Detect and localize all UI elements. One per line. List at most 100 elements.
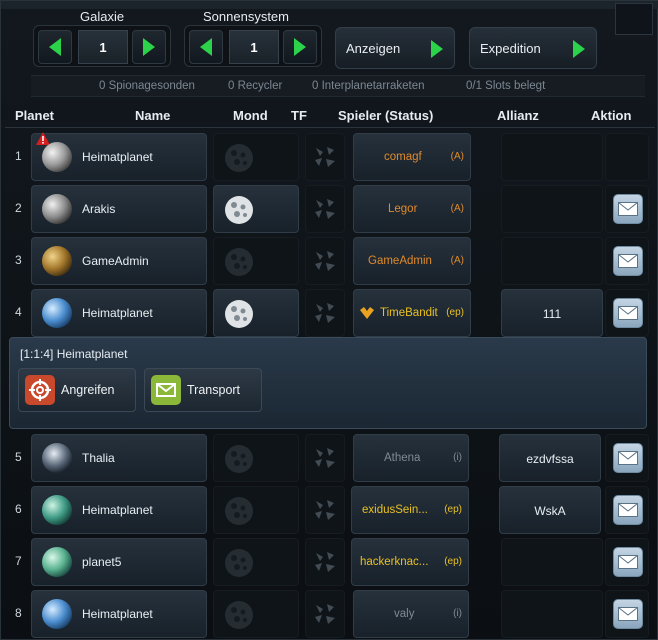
action-cell <box>605 538 649 586</box>
planet-name: planet5 <box>82 555 122 569</box>
arrow-right-icon <box>294 38 306 56</box>
debris-cell <box>305 590 345 638</box>
player-cell[interactable]: GameAdmin (A) <box>353 237 471 285</box>
action-cell <box>605 185 649 233</box>
recyclers-count: 0 Recycler <box>228 80 283 92</box>
action-cell <box>605 289 649 337</box>
player-cell[interactable]: hackerknac... (ep) <box>351 538 469 586</box>
player-cell[interactable]: exidusSein... (ep) <box>351 486 469 534</box>
send-message-button[interactable] <box>613 246 643 276</box>
alliance-cell <box>501 185 603 233</box>
player-status: (A) <box>450 203 464 214</box>
crosshair-icon <box>25 375 55 405</box>
debris-cell <box>305 237 345 285</box>
player-status: (ep) <box>446 307 464 318</box>
show-label: Anzeigen <box>346 40 401 56</box>
attack-button[interactable]: Angreifen <box>18 368 136 412</box>
envelope-icon <box>618 202 638 216</box>
player-status: (ep) <box>444 556 462 567</box>
action-cell <box>605 237 649 285</box>
planet-cell[interactable]: Arakis <box>31 185 207 233</box>
row-position: 5 <box>15 450 22 464</box>
galaxy-next-button[interactable] <box>132 30 166 64</box>
alliance-cell[interactable]: ezdvfssa <box>499 434 601 482</box>
alliance-cell[interactable]: 111 <box>501 289 603 337</box>
col-tf: TF <box>291 108 307 123</box>
transport-button[interactable]: Transport <box>144 368 262 412</box>
top-bar <box>1 1 658 9</box>
player-cell[interactable]: Athena (i) <box>353 434 469 482</box>
planet-name: Arakis <box>82 202 116 216</box>
alliance-name: WskA <box>534 504 566 518</box>
galaxy-label: Galaxie <box>80 9 125 24</box>
planet-cell[interactable]: planet5 <box>31 538 207 586</box>
table-row: 2 Arakis Legor (A) <box>1 185 658 233</box>
moon-icon <box>225 248 253 276</box>
send-message-button[interactable] <box>613 495 643 525</box>
row-position: 6 <box>15 502 22 516</box>
header-divider <box>5 127 655 128</box>
galaxy-view: Galaxie 1 Sonnensystem 1 Anzeigen Expedi… <box>0 0 658 640</box>
send-message-button[interactable] <box>613 298 643 328</box>
show-button[interactable]: Anzeigen <box>335 27 455 69</box>
alliance-cell[interactable]: WskA <box>499 486 601 534</box>
debris-field-icon <box>315 500 335 520</box>
planet-action-panel: [1:1:4] Heimatplanet Angreifen Transport <box>9 337 647 429</box>
planet-cell[interactable]: GameAdmin <box>31 237 207 285</box>
planet-name: Heimatplanet <box>82 150 153 164</box>
player-cell[interactable]: Legor (A) <box>353 185 471 233</box>
row-position: 4 <box>15 305 22 319</box>
moon-cell-empty <box>213 434 299 482</box>
moon-icon <box>225 601 253 629</box>
action-cell <box>605 590 649 638</box>
galaxy-prev-button[interactable] <box>38 30 72 64</box>
arrow-right-icon <box>431 40 443 58</box>
row-position: 2 <box>15 201 22 215</box>
table-row: 6 Heimatplanet exidusSein... (ep) WskA <box>1 486 658 534</box>
action-cell <box>605 434 649 482</box>
player-name: TimeBandit <box>380 307 438 319</box>
expedition-button[interactable]: Expedition <box>469 27 597 69</box>
warning-icon <box>36 132 50 145</box>
planet-cell[interactable]: Heimatplanet <box>31 289 207 337</box>
send-message-button[interactable] <box>613 599 643 629</box>
send-message-button[interactable] <box>613 194 643 224</box>
moon-icon <box>225 144 253 172</box>
planet-cell[interactable]: Heimatplanet <box>31 486 207 534</box>
send-message-button[interactable] <box>613 547 643 577</box>
envelope-icon <box>618 503 638 517</box>
system-prev-button[interactable] <box>189 30 223 64</box>
system-input[interactable]: 1 <box>229 30 279 64</box>
transport-icon <box>151 375 181 405</box>
debris-field-icon <box>315 147 335 167</box>
moon-icon <box>225 445 253 473</box>
moon-cell[interactable] <box>213 289 299 337</box>
moon-cell-empty <box>213 133 299 181</box>
transport-label: Transport <box>187 383 241 397</box>
moon-cell-empty <box>213 486 299 534</box>
player-cell[interactable]: valy (i) <box>353 590 469 638</box>
system-next-button[interactable] <box>283 30 317 64</box>
planet-icon <box>42 194 72 224</box>
envelope-icon <box>618 254 638 268</box>
player-cell[interactable]: TimeBandit (ep) <box>353 289 471 337</box>
attack-label: Angreifen <box>61 383 115 397</box>
arrow-left-icon <box>200 38 212 56</box>
planet-cell[interactable]: Heimatplanet <box>31 132 207 181</box>
galaxy-input[interactable]: 1 <box>78 30 128 64</box>
moon-icon <box>225 196 253 224</box>
expedition-label: Expedition <box>480 40 541 56</box>
planet-cell[interactable]: Thalia <box>31 434 207 482</box>
galaxy-selector: 1 <box>33 25 171 67</box>
moon-cell[interactable] <box>213 185 299 233</box>
moon-cell-empty <box>213 237 299 285</box>
arrow-right-icon <box>573 40 585 58</box>
col-player: Spieler (Status) <box>338 108 434 123</box>
row-position: 3 <box>15 253 22 267</box>
player-cell[interactable]: comagf (A) <box>353 133 471 181</box>
planet-cell[interactable]: Heimatplanet <box>31 590 207 638</box>
player-name: GameAdmin <box>368 255 432 267</box>
planet-icon <box>42 547 72 577</box>
player-status: (ep) <box>444 504 462 515</box>
send-message-button[interactable] <box>613 443 643 473</box>
